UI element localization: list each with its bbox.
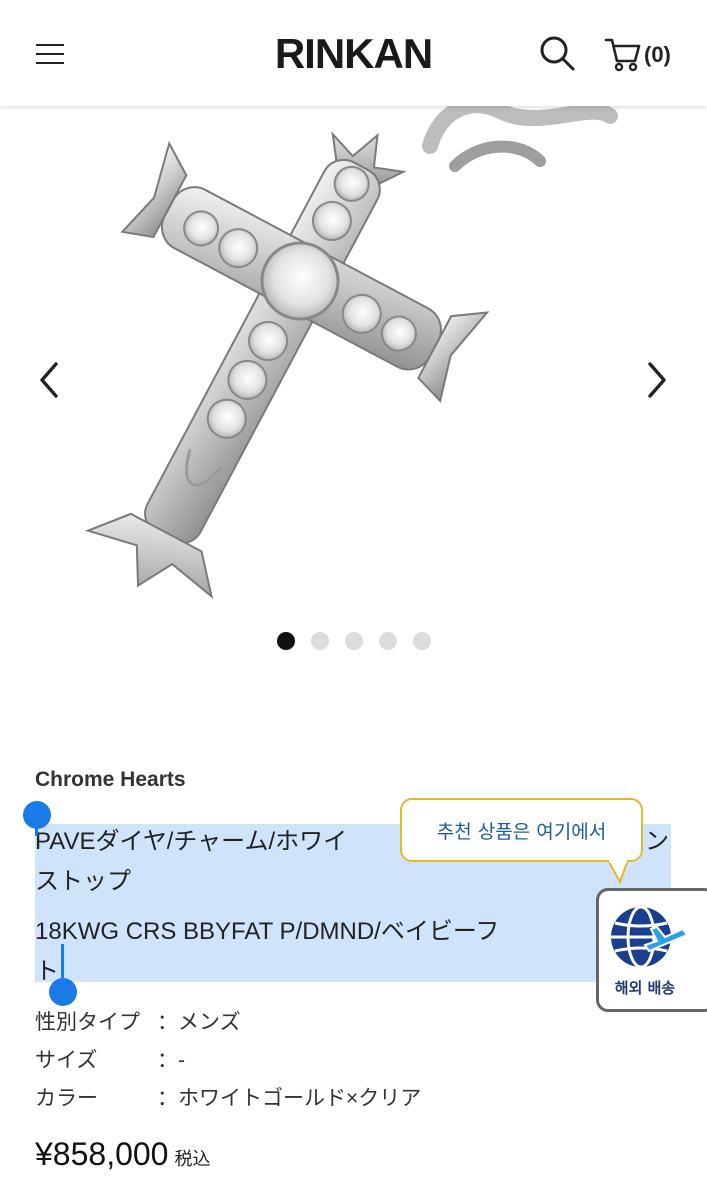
spec-color-value: ：ホワイトゴールド×クリア — [157, 1087, 422, 1110]
carousel-dot-1[interactable] — [276, 632, 295, 650]
selection-end-handle[interactable] — [49, 978, 77, 1006]
tooltip-tail — [607, 860, 629, 885]
carousel-dot-5[interactable] — [412, 632, 431, 650]
spec-color-key: カラー — [35, 1087, 98, 1110]
cart-count: (0) — [644, 42, 671, 67]
carousel-dot-3[interactable] — [344, 632, 363, 650]
product-code-line1: 18KWG CRS BBYFAT P/DMND/ベイビーフ — [35, 918, 500, 945]
next-slide-chevron-right-icon[interactable] — [638, 358, 678, 402]
carousel-dot-2[interactable] — [310, 632, 329, 650]
product-brand[interactable]: Chrome Hearts — [35, 768, 186, 792]
spec-gender-value: ：メンズ — [157, 1011, 241, 1034]
product-name-line2: ストップ — [35, 868, 131, 895]
cart-icon — [604, 38, 641, 72]
recommend-tooltip-text: 추천 상품은 여기에서 — [436, 821, 607, 843]
product-code-line2: ト — [35, 958, 59, 985]
product-price: ¥858,000 税込 — [35, 1136, 210, 1173]
overseas-shipping-label: 해외 배송 — [614, 979, 676, 997]
product-name-line1-tail: ン — [645, 828, 669, 855]
selection-start-handle[interactable] — [23, 801, 51, 829]
prev-slide-chevron-left-icon[interactable] — [30, 358, 70, 402]
search-icon[interactable] — [538, 34, 578, 74]
carousel-dot-4[interactable] — [378, 632, 397, 650]
cross-charm-image — [84, 106, 618, 600]
product-code: 18KWG CRS BBYFAT P/DMND/ベイビーフ ト — [35, 912, 675, 992]
spec-gender-key: 性別タイプ — [35, 1011, 140, 1034]
tax-note: 税込 — [174, 1149, 211, 1169]
globe-airplane-icon — [611, 905, 689, 969]
price-value: ¥858,000 — [35, 1136, 169, 1172]
overseas-shipping-button[interactable]: 해외 배송 — [596, 888, 707, 1012]
app-header: RINKAN (0) — [0, 0, 707, 106]
spec-size-value: ：- — [157, 1049, 185, 1072]
cart-button[interactable]: (0) — [604, 34, 684, 74]
carousel-dots — [0, 632, 707, 650]
product-image[interactable] — [0, 106, 707, 616]
product-name-line1: PAVEダイヤ/チャーム/ホワイ — [35, 828, 348, 855]
recommend-tooltip[interactable]: 추천 상품은 여기에서 — [400, 798, 643, 862]
site-logo[interactable]: RINKAN — [0, 30, 707, 78]
spec-size-key: サイズ — [35, 1049, 98, 1072]
